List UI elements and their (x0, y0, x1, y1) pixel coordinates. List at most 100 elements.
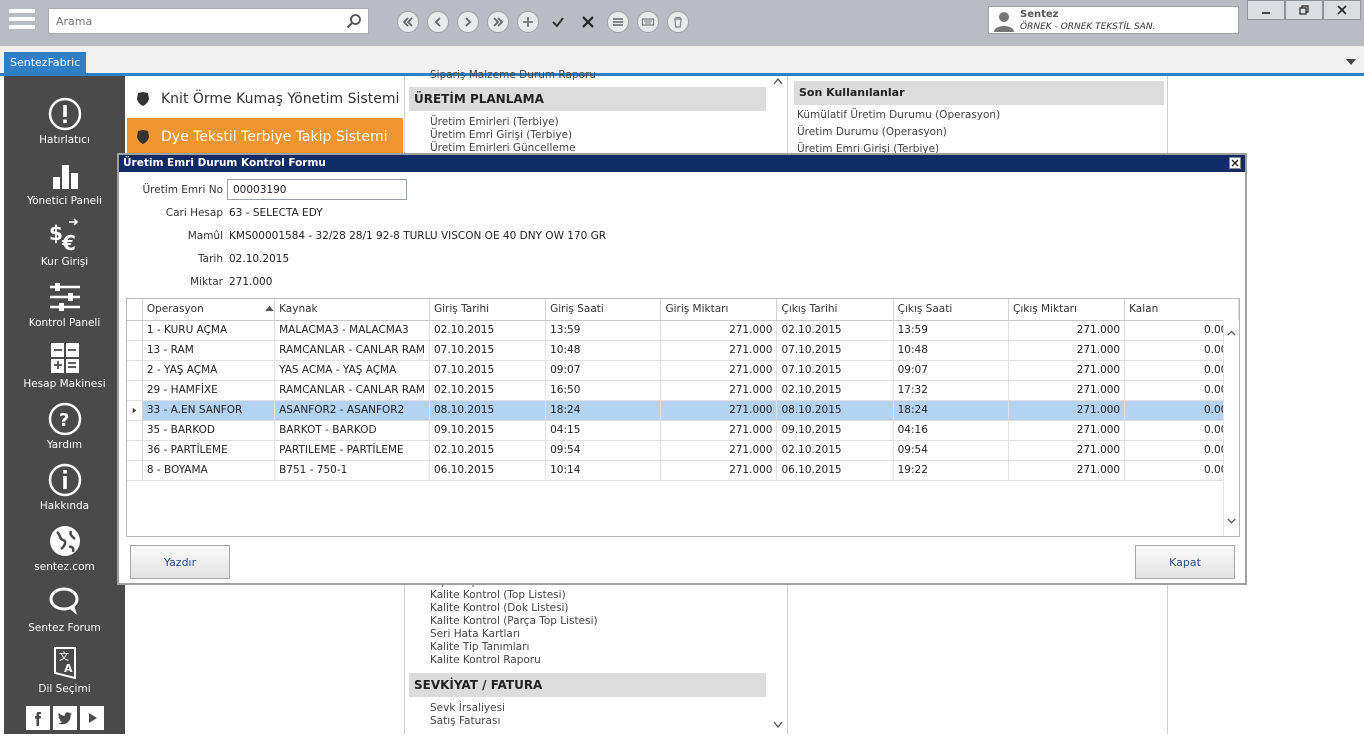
sidebar-item-label: Hatırlatıcı (39, 134, 90, 146)
hamburger-menu-icon[interactable] (9, 9, 35, 33)
sidebar-item-website[interactable]: sentez.com (4, 523, 125, 584)
previous-record-button[interactable] (427, 11, 449, 33)
table-row[interactable]: 2 - YAŞ AÇMA YAS ACMA - YAŞ AÇMA 07.10.201… (127, 360, 1239, 381)
tab-sentezfabric[interactable]: SentezFabric (4, 52, 87, 73)
table-cell: 07.10.2015 (776, 360, 894, 381)
order-no-input[interactable] (227, 179, 407, 200)
sidebar-item-help[interactable]: ? Yardım (4, 401, 125, 462)
user-info[interactable]: Sentez ÖRNEK - ORNEK TEKSTİL SAN. (988, 6, 1239, 34)
system-item-dye[interactable]: Dye Tekstil Terbiye Takip Sistemi (127, 118, 403, 156)
column-header-remaining[interactable]: Kalan (1124, 299, 1239, 321)
table-cell: 08.10.2015 (429, 400, 547, 421)
table-row[interactable]: 1 - KURU AÇMA MALACMA3 - MALACMA3 02.10.20… (127, 320, 1239, 341)
first-record-button[interactable] (397, 11, 419, 33)
top-bar: Sentez ÖRNEK - ORNEK TEKSTİL SAN. (0, 0, 1364, 46)
sidebar-item-currency[interactable]: $ € Kur Girişi (4, 218, 125, 279)
table-row[interactable]: 35 - BARKOD BARKOT - BARKOD 09.10.2015 04:1… (127, 420, 1239, 441)
recent-link[interactable]: Kümülatif Üretim Durumu (Operasyon) (797, 109, 1000, 121)
column-header-entry-date[interactable]: Giriş Tarihi (429, 299, 547, 321)
menu-link[interactable]: Kalite Tip Tanımları (430, 641, 529, 653)
table-cell: 271.000 (660, 420, 778, 441)
sidebar-item-label: sentez.com (34, 561, 95, 573)
save-record-button[interactable] (547, 11, 569, 33)
table-cell: 0.000 (1124, 320, 1239, 341)
table-row[interactable]: 8 - BOYAMA B751 - 750-1 06.10.2015 10:14 271… (127, 460, 1239, 481)
table-cell: 13:59 (545, 320, 662, 341)
system-item-knit[interactable]: Knit Örme Kumaş Yönetim Sistemi (127, 80, 403, 118)
menu-link[interactable]: Üretim Emirleri (Terbiye) (430, 116, 559, 128)
table-row[interactable]: 29 - HAMFİXE RAMCANLAR - CANLAR RAM 02.10.… (127, 380, 1239, 401)
prev-icon (434, 17, 441, 27)
search-input[interactable] (49, 9, 339, 33)
column-header-operation[interactable]: Operasyon (142, 299, 276, 321)
table-cell: 271.000 (660, 400, 778, 421)
add-record-button[interactable] (517, 11, 539, 33)
table-cell: 07.10.2015 (776, 340, 894, 361)
print-button[interactable]: Yazdır (130, 545, 230, 579)
menu-link[interactable]: Kalite Kontrol Raporu (430, 654, 541, 666)
keyboard-button[interactable] (637, 11, 659, 33)
menu-link[interactable]: Kalite Kontrol (Dok Listesi) (430, 602, 569, 614)
column-header-exit-qty[interactable]: Çıkış Miktarı (1008, 299, 1126, 321)
table-cell: 271.000 (1008, 460, 1126, 481)
facebook-button[interactable] (26, 706, 50, 730)
table-cell: BARKOT - BARKOD (274, 420, 430, 441)
column-header-resource[interactable]: Kaynak (274, 299, 430, 321)
table-cell: 07.10.2015 (429, 360, 547, 381)
system-item-label: Knit Örme Kumaş Yönetim Sistemi (161, 91, 400, 107)
search-icon[interactable] (346, 13, 362, 29)
youtube-button[interactable] (80, 706, 104, 730)
table-row[interactable]: 13 - RAM RAMCANLAR - CANLAR RAM 07.10.2015… (127, 340, 1239, 361)
column-header-entry-time[interactable]: Giriş Saati (545, 299, 662, 321)
sidebar-item-label: Sentez Forum (28, 622, 101, 634)
table-cell: 0.000 (1124, 420, 1239, 441)
cancel-record-button[interactable] (577, 11, 599, 33)
table-cell: 271.000 (660, 440, 778, 461)
menu-link[interactable]: Üretim Emri Girişi (Terbiye) (430, 129, 572, 141)
table-cell: 18:24 (893, 400, 1010, 421)
twitter-button[interactable] (53, 706, 77, 730)
sidebar-item-reminder[interactable]: Hatırlatıcı (4, 96, 125, 157)
table-row[interactable]: 33 - A.EN SANFOR ASANFOR2 - ASANFOR2 08.10… (127, 400, 1239, 421)
close-button[interactable]: Kapat (1135, 545, 1235, 579)
menu-link[interactable]: Sevk İrsaliyesi (430, 702, 505, 714)
list-button[interactable] (607, 11, 629, 33)
svg-text:$: $ (49, 221, 63, 245)
svg-text:?: ? (59, 410, 69, 431)
table-cell: 17:32 (893, 380, 1010, 401)
menu-link[interactable]: Satış Faturası (430, 715, 500, 727)
last-record-button[interactable] (487, 11, 509, 33)
column-header-entry-qty[interactable]: Giriş Miktarı (660, 299, 778, 321)
column-header-exit-time[interactable]: Çıkış Saati (893, 299, 1010, 321)
sidebar-item-calculator[interactable]: Hesap Makinesi (4, 340, 125, 401)
table-row[interactable]: 36 - PARTİLEME PARTILEME - PARTİLEME 02.10… (127, 440, 1239, 461)
restore-button[interactable] (1285, 0, 1323, 20)
delete-record-button[interactable] (667, 11, 689, 33)
table-cell: 271.000 (1008, 440, 1126, 461)
table-cell: 06.10.2015 (429, 460, 547, 481)
next-record-button[interactable] (457, 11, 479, 33)
sidebar-item-manager-panel[interactable]: Yönetici Paneli (4, 157, 125, 218)
chevron-down-icon[interactable] (1346, 58, 1356, 66)
menu-link[interactable]: Seri Hata Kartları (430, 628, 520, 640)
sidebar-item-about[interactable]: Hakkında (4, 462, 125, 523)
menu-link[interactable]: Sipariş Malzeme Durum Raporu (430, 69, 596, 81)
table-cell: 06.10.2015 (776, 460, 894, 481)
user-name: Sentez (1020, 9, 1059, 20)
user-company: ÖRNEK - ORNEK TEKSTİL SAN. (1020, 22, 1156, 32)
minimize-button[interactable] (1247, 0, 1285, 20)
sidebar-item-forum[interactable]: Sentez Forum (4, 584, 125, 645)
table-cell: 04:15 (545, 420, 662, 441)
column-header-exit-date[interactable]: Çıkış Tarihi (776, 299, 894, 321)
menu-link[interactable]: Kalite Kontrol (Top Listesi) (430, 589, 566, 601)
sidebar-item-language[interactable]: 文A Dil Seçimi (4, 645, 125, 706)
menu-link[interactable]: Kalite Kontrol (Parça Top Listesi) (430, 615, 598, 627)
close-window-button[interactable] (1323, 0, 1361, 20)
dialog-close-button[interactable] (1229, 157, 1241, 169)
table-cell: PARTILEME - PARTİLEME (274, 440, 430, 461)
table-cell: 0.000 (1124, 400, 1239, 421)
sidebar-item-control-panel[interactable]: Kontrol Paneli (4, 279, 125, 340)
recent-link[interactable]: Üretim Durumu (Operasyon) (797, 126, 947, 138)
table-cell: 09:07 (893, 360, 1010, 381)
grid-scrollbar[interactable] (1223, 320, 1239, 536)
